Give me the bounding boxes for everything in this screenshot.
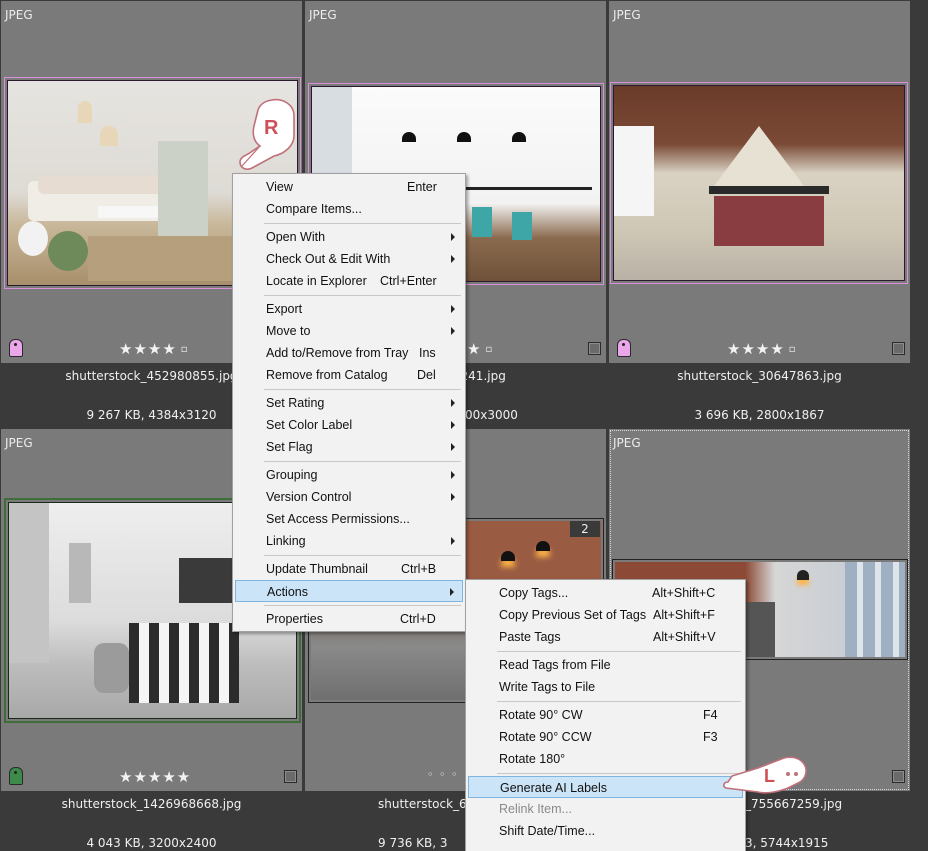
menu-item-update-thumbnail[interactable]: Update Thumbnail Ctrl+B xyxy=(235,558,463,580)
submenu-arrow-icon xyxy=(451,327,455,335)
menu-item-check-out-edit-with[interactable]: Check Out & Edit With xyxy=(235,248,463,270)
file-name: shutterstock_1426968668.jpg xyxy=(61,797,242,811)
menu-separator xyxy=(264,461,461,462)
submenu-arrow-icon xyxy=(451,233,455,241)
thumbnail-tile[interactable]: JPEG ★★★★ ▫ xyxy=(609,1,910,363)
menu-item-export[interactable]: Export xyxy=(235,298,463,320)
select-checkbox[interactable] xyxy=(588,342,601,355)
submenu-arrow-icon xyxy=(451,443,455,451)
file-name: shutterstock_30647863.jpg xyxy=(677,369,842,383)
submenu-arrow-icon xyxy=(451,255,455,263)
rating-stars[interactable]: ★★★★ ▫ xyxy=(727,340,797,358)
file-info: 00x3000 xyxy=(465,408,518,422)
menu-item-set-rating[interactable]: Set Rating xyxy=(235,392,463,414)
menu-separator xyxy=(264,389,461,390)
format-label: JPEG xyxy=(5,8,33,22)
color-label-tag xyxy=(9,767,23,785)
menu-item-copy-tags[interactable]: Copy Tags... Alt+Shift+C xyxy=(468,582,743,604)
submenu-arrow-icon xyxy=(451,471,455,479)
menu-item-rotate-ccw[interactable]: Rotate 90° CCW F3 xyxy=(468,726,743,748)
submenu-arrow-icon xyxy=(451,493,455,501)
menu-item-paste-tags[interactable]: Paste Tags Alt+Shift+V xyxy=(468,626,743,648)
format-label: JPEG xyxy=(309,8,337,22)
rating-stars[interactable]: ★ ▫ xyxy=(467,340,493,358)
color-label-tag xyxy=(9,339,23,357)
file-info: 3 696 KB, 2800x1867 xyxy=(694,408,825,422)
rating-stars[interactable]: ★★★★ ▫ xyxy=(119,340,189,358)
menu-item-compare-items[interactable]: Compare Items... xyxy=(235,198,463,220)
menu-separator xyxy=(497,773,741,774)
menu-item-actions[interactable]: Actions xyxy=(235,580,463,602)
select-checkbox[interactable] xyxy=(284,770,297,783)
format-label: JPEG xyxy=(613,436,641,450)
submenu-arrow-icon xyxy=(451,305,455,313)
submenu-arrow-icon xyxy=(451,537,455,545)
menu-item-locate-in-explorer[interactable]: Locate in Explorer Ctrl+Enter xyxy=(235,270,463,292)
menu-separator xyxy=(264,605,461,606)
menu-item-add-remove-tray[interactable]: Add to/Remove from Tray Ins xyxy=(235,342,463,364)
submenu-arrow-icon xyxy=(451,399,455,407)
file-info: 4 043 KB, 3200x2400 xyxy=(86,836,217,850)
format-label: JPEG xyxy=(613,8,641,22)
menu-item-rotate-180[interactable]: Rotate 180° xyxy=(468,748,743,770)
file-name: _755667259.jpg xyxy=(745,797,843,811)
right-click-cursor-icon: R xyxy=(239,98,295,170)
menu-item-open-with[interactable]: Open With xyxy=(235,226,463,248)
file-name: shutterstock_688 xyxy=(378,797,482,811)
menu-separator xyxy=(497,701,741,702)
menu-item-copy-previous-tags[interactable]: Copy Previous Set of Tags Alt+Shift+F xyxy=(468,604,743,626)
menu-item-grouping[interactable]: Grouping xyxy=(235,464,463,486)
select-checkbox[interactable] xyxy=(892,770,905,783)
file-info: 9 736 KB, 3 xyxy=(378,836,448,850)
left-click-letter: L xyxy=(764,766,775,786)
color-label-tag xyxy=(617,339,631,357)
menu-item-set-flag[interactable]: Set Flag xyxy=(235,436,463,458)
menu-item-set-color-label[interactable]: Set Color Label xyxy=(235,414,463,436)
rating-stars[interactable]: ★★★★★ xyxy=(119,768,191,786)
stack-count-badge: 2 xyxy=(570,521,600,537)
menu-separator xyxy=(264,555,461,556)
left-click-cursor-icon: L xyxy=(723,756,807,794)
format-label: JPEG xyxy=(5,436,33,450)
menu-item-relink-item: Relink Item... xyxy=(499,802,572,816)
menu-item-rotate-cw[interactable]: Rotate 90° CW F4 xyxy=(468,704,743,726)
menu-item-write-tags-to-file[interactable]: Write Tags to File xyxy=(468,676,743,698)
menu-separator xyxy=(264,223,461,224)
right-click-letter: R xyxy=(264,117,279,139)
menu-item-view[interactable]: View Enter xyxy=(235,176,463,198)
actions-submenu: Copy Tags... Alt+Shift+C Copy Previous Se… xyxy=(465,579,746,851)
menu-separator xyxy=(497,651,741,652)
file-info: 3, 5744x1915 xyxy=(745,836,829,850)
menu-item-read-tags-from-file[interactable]: Read Tags from File xyxy=(468,654,743,676)
submenu-arrow-icon xyxy=(451,421,455,429)
select-checkbox[interactable] xyxy=(892,342,905,355)
menu-separator xyxy=(264,295,461,296)
menu-item-version-control[interactable]: Version Control xyxy=(235,486,463,508)
rating-stars[interactable]: ◦ ◦ ◦ xyxy=(427,768,458,781)
menu-item-generate-ai-labels[interactable]: Generate AI Labels xyxy=(468,776,743,798)
menu-item-set-access-permissions[interactable]: Set Access Permissions... xyxy=(235,508,463,530)
thumbnail-image[interactable] xyxy=(610,82,908,284)
menu-item-remove-from-catalog[interactable]: Remove from Catalog Del xyxy=(235,364,463,386)
menu-item-linking[interactable]: Linking xyxy=(235,530,463,552)
menu-item-move-to[interactable]: Move to xyxy=(235,320,463,342)
menu-item-properties[interactable]: Properties Ctrl+D xyxy=(235,608,463,630)
submenu-arrow-icon xyxy=(450,588,454,596)
context-menu: View Enter Compare Items... Open With Che… xyxy=(232,173,466,632)
menu-item-shift-date-time[interactable]: Shift Date/Time... xyxy=(468,820,743,842)
